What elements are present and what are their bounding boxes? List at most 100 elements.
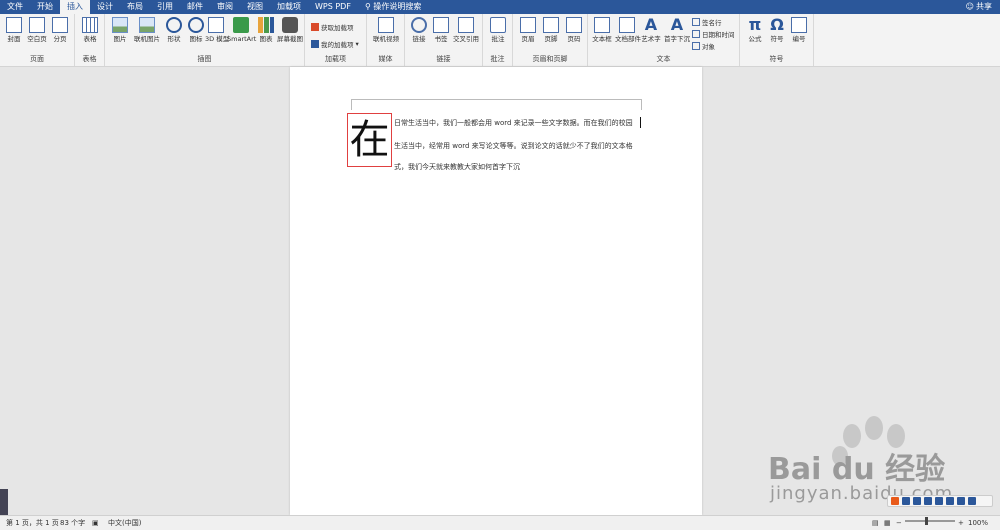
link-button[interactable]: 链接 [408, 17, 430, 43]
bookmark-label: 书签 [434, 35, 448, 43]
share-button[interactable]: ☺ 共享 [966, 0, 992, 14]
cross-reference-icon [458, 17, 474, 33]
cover-page-icon [6, 17, 22, 33]
numbering-button[interactable]: 编号 [788, 17, 810, 43]
3d-models-button[interactable]: 3D 模型 [205, 17, 229, 43]
ime-mic-icon[interactable] [935, 497, 943, 505]
page-break-button[interactable]: 分页 [49, 17, 71, 43]
tab-addins[interactable]: 加载项 [270, 0, 308, 14]
proofing-icon[interactable]: ▣ [92, 516, 99, 530]
zoom-slider-thumb[interactable] [925, 517, 928, 525]
online-pictures-button[interactable]: 联机图片 [133, 17, 161, 43]
page-number-button[interactable]: 页码 [563, 17, 585, 43]
tab-layout[interactable]: 布局 [120, 0, 150, 14]
language-status[interactable]: 中文(中国) [108, 516, 141, 530]
my-addins-button[interactable]: 我的加载项 ▾ [311, 39, 359, 49]
drop-cap-character[interactable]: 在 [347, 113, 392, 167]
symbol-label: 符号 [770, 35, 784, 43]
online-video-button[interactable]: 联机视频 [371, 17, 401, 43]
shapes-icon [166, 17, 182, 33]
group-pages-label: 页面 [30, 55, 44, 63]
blank-page-button[interactable]: 空白页 [26, 17, 48, 43]
zoom-out-icon[interactable]: − [896, 516, 902, 530]
tab-design[interactable]: 设计 [90, 0, 120, 14]
shapes-label: 形状 [167, 35, 181, 43]
picture-icon [112, 17, 128, 33]
word-count[interactable]: 83 个字 [60, 516, 85, 530]
paragraph-line-2[interactable]: 生活当中，经常用 word 来写论文等等。说到论文的话就少不了我们的文本格 [394, 141, 633, 151]
page-number-icon [566, 17, 582, 33]
group-addins: 获取加载项 我的加载项 ▾ 加载项 [305, 14, 367, 66]
equation-button[interactable]: π 公式 [744, 17, 766, 44]
tab-references[interactable]: 引用 [150, 0, 180, 14]
ime-tools-icon[interactable] [968, 497, 976, 505]
tab-file[interactable]: 文件 [0, 0, 30, 14]
page-count[interactable]: 第 1 页，共 1 页 [6, 516, 59, 530]
read-mode-icon[interactable]: ▤ [872, 516, 879, 530]
table-icon [82, 17, 98, 33]
symbol-button[interactable]: Ω 符号 [766, 17, 788, 44]
ime-emoji-icon[interactable] [924, 497, 932, 505]
date-time-button[interactable]: 日期和时间 [692, 29, 735, 39]
tab-wps-pdf[interactable]: WPS PDF [308, 0, 358, 14]
drop-cap-icon: A [670, 15, 684, 34]
zoom-in-icon[interactable]: + [958, 516, 964, 530]
link-icon [411, 17, 427, 33]
cross-reference-button[interactable]: 交叉引用 [452, 17, 480, 43]
ribbon-tabs: 文件 开始 插入 设计 布局 引用 邮件 审阅 视图 加载项 WPS PDF ⚲… [0, 0, 428, 14]
sogou-icon[interactable] [891, 497, 899, 505]
tab-home[interactable]: 开始 [30, 0, 60, 14]
pictures-button[interactable]: 图片 [109, 17, 131, 43]
page-margin-marker [351, 99, 642, 110]
comment-icon [490, 17, 506, 33]
wordart-button[interactable]: A 艺术字 [640, 17, 662, 44]
header-button[interactable]: 页眉 [517, 17, 539, 43]
get-addins-button[interactable]: 获取加载项 [311, 22, 354, 32]
object-button[interactable]: 对象 [692, 41, 715, 51]
text-box-button[interactable]: 文本框 [591, 17, 613, 43]
zoom-slider[interactable] [905, 520, 955, 522]
quick-parts-button[interactable]: 文档部件 [615, 17, 641, 43]
smartart-button[interactable]: SmartArt [227, 17, 256, 43]
signature-line-button[interactable]: 签名行 [692, 17, 722, 27]
bookmark-button[interactable]: 书签 [430, 17, 452, 43]
table-button[interactable]: 表格 [79, 17, 101, 43]
bookmark-icon [433, 17, 449, 33]
ime-skin-icon[interactable] [957, 497, 965, 505]
zoom-level[interactable]: 100% [968, 516, 988, 530]
paragraph-line-3[interactable]: 式，我们今天就来教教大家如何首字下沉 [394, 162, 520, 172]
drop-cap-button[interactable]: A 首字下沉 [663, 15, 691, 44]
ime-mode-icon[interactable] [902, 497, 910, 505]
tab-insert[interactable]: 插入 [60, 0, 90, 14]
ime-punct-icon[interactable] [913, 497, 921, 505]
icons-button[interactable]: 图标 [185, 17, 207, 43]
group-comments-label: 批注 [490, 55, 505, 63]
cover-page-button[interactable]: 封面 [3, 17, 25, 43]
icons-icon [188, 17, 204, 33]
footer-button[interactable]: 页脚 [540, 17, 562, 43]
blank-page-label: 空白页 [27, 35, 47, 43]
ime-toolbar[interactable] [887, 495, 993, 507]
comment-button[interactable]: 批注 [487, 17, 509, 43]
group-media-label: 媒体 [378, 55, 393, 63]
group-symbols-label: 符号 [769, 55, 784, 63]
chart-button[interactable]: 图表 [255, 17, 277, 43]
tell-me-search[interactable]: ⚲ 操作说明搜索 [358, 0, 428, 14]
print-layout-icon[interactable]: ▦ [884, 516, 891, 530]
group-text: 文本框 文档部件 A 艺术字 A 首字下沉 签名行 日期和时间 对象 文本 [588, 14, 740, 66]
tab-view[interactable]: 视图 [240, 0, 270, 14]
paragraph-line-1[interactable]: 日常生活当中，我们一般都会用 word 来记录一些文字数据。而在我们的校园 [394, 118, 633, 128]
video-icon [378, 17, 394, 33]
taskbar-edge [0, 489, 8, 515]
tab-mailings[interactable]: 邮件 [180, 0, 210, 14]
shapes-button[interactable]: 形状 [163, 17, 185, 43]
status-bar: 第 1 页，共 1 页 83 个字 ▣ 中文(中国) ▤ ▦ − + 100% [0, 515, 1000, 530]
object-label: 对象 [702, 43, 715, 51]
cube-icon [208, 17, 224, 33]
group-illustrations: 图片 联机图片 形状 图标 3D 模型 SmartArt 图表 屏幕截图 插图 [105, 14, 305, 66]
tab-review[interactable]: 审阅 [210, 0, 240, 14]
group-addins-label: 加载项 [325, 55, 346, 63]
title-bar: 文件 开始 插入 设计 布局 引用 邮件 审阅 视图 加载项 WPS PDF ⚲… [0, 0, 1000, 14]
screenshot-button[interactable]: 屏幕截图 [277, 17, 303, 43]
ime-keyboard-icon[interactable] [946, 497, 954, 505]
